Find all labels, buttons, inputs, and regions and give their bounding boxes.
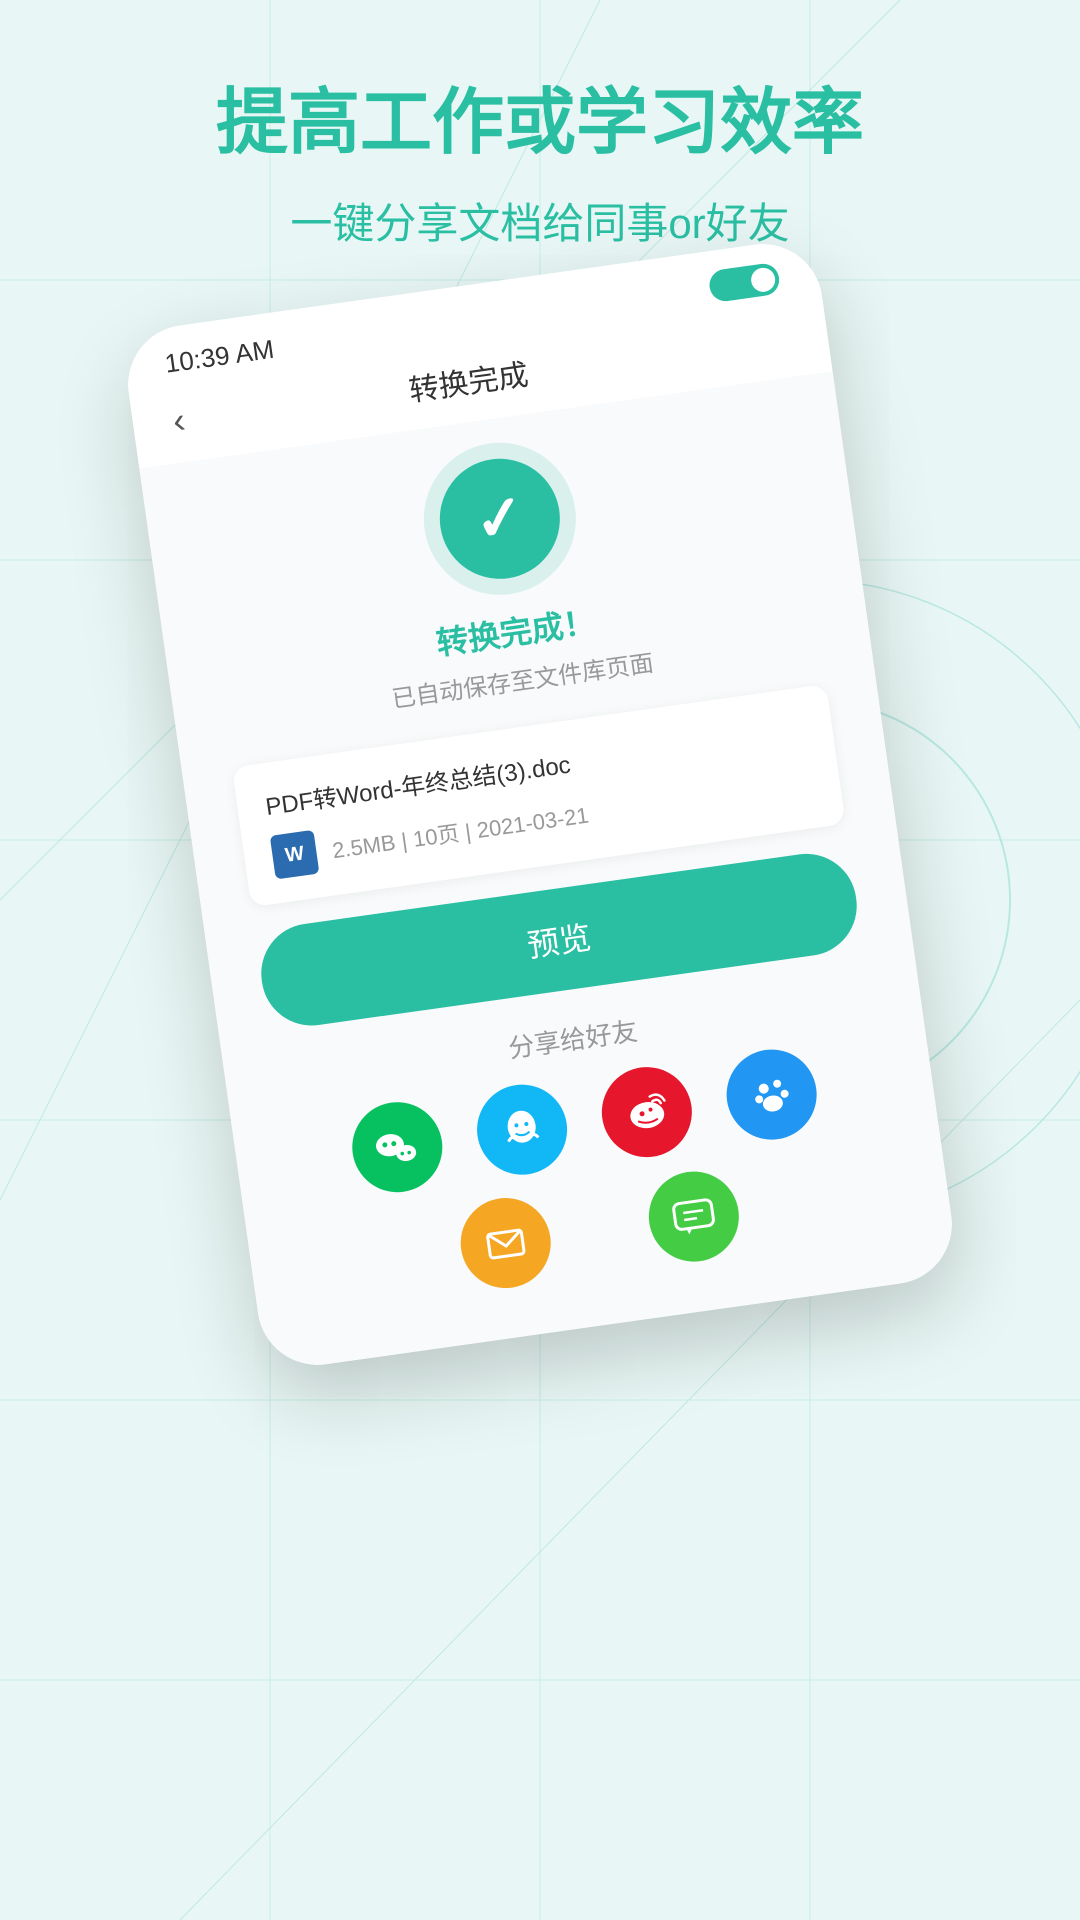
phone-mockup: 10:39 AM ‹ 转换完成 ✓ 转换完成！ 已自动保存至文件库页面 PDF转… [120,236,959,1372]
share-wechat-button[interactable] [346,1096,448,1198]
checkmark-icon: ✓ [471,486,529,552]
header-subtitle: 一键分享文档给同事or好友 [60,190,1020,251]
share-weibo-button[interactable] [596,1061,698,1163]
word-icon: W [270,830,320,880]
share-email-button[interactable] [455,1192,557,1294]
phone-content: ✓ 转换完成！ 已自动保存至文件库页面 PDF转Word-年终总结(3).doc… [139,371,959,1373]
share-qq-button[interactable] [471,1079,573,1181]
success-circle: ✓ [432,451,568,587]
share-msg-button[interactable] [643,1166,745,1268]
share-baidu-button[interactable] [721,1044,823,1146]
header-title: 提高工作或学习效率 [60,80,1020,166]
status-toggle[interactable] [707,262,781,303]
status-time: 10:39 AM [163,333,276,379]
